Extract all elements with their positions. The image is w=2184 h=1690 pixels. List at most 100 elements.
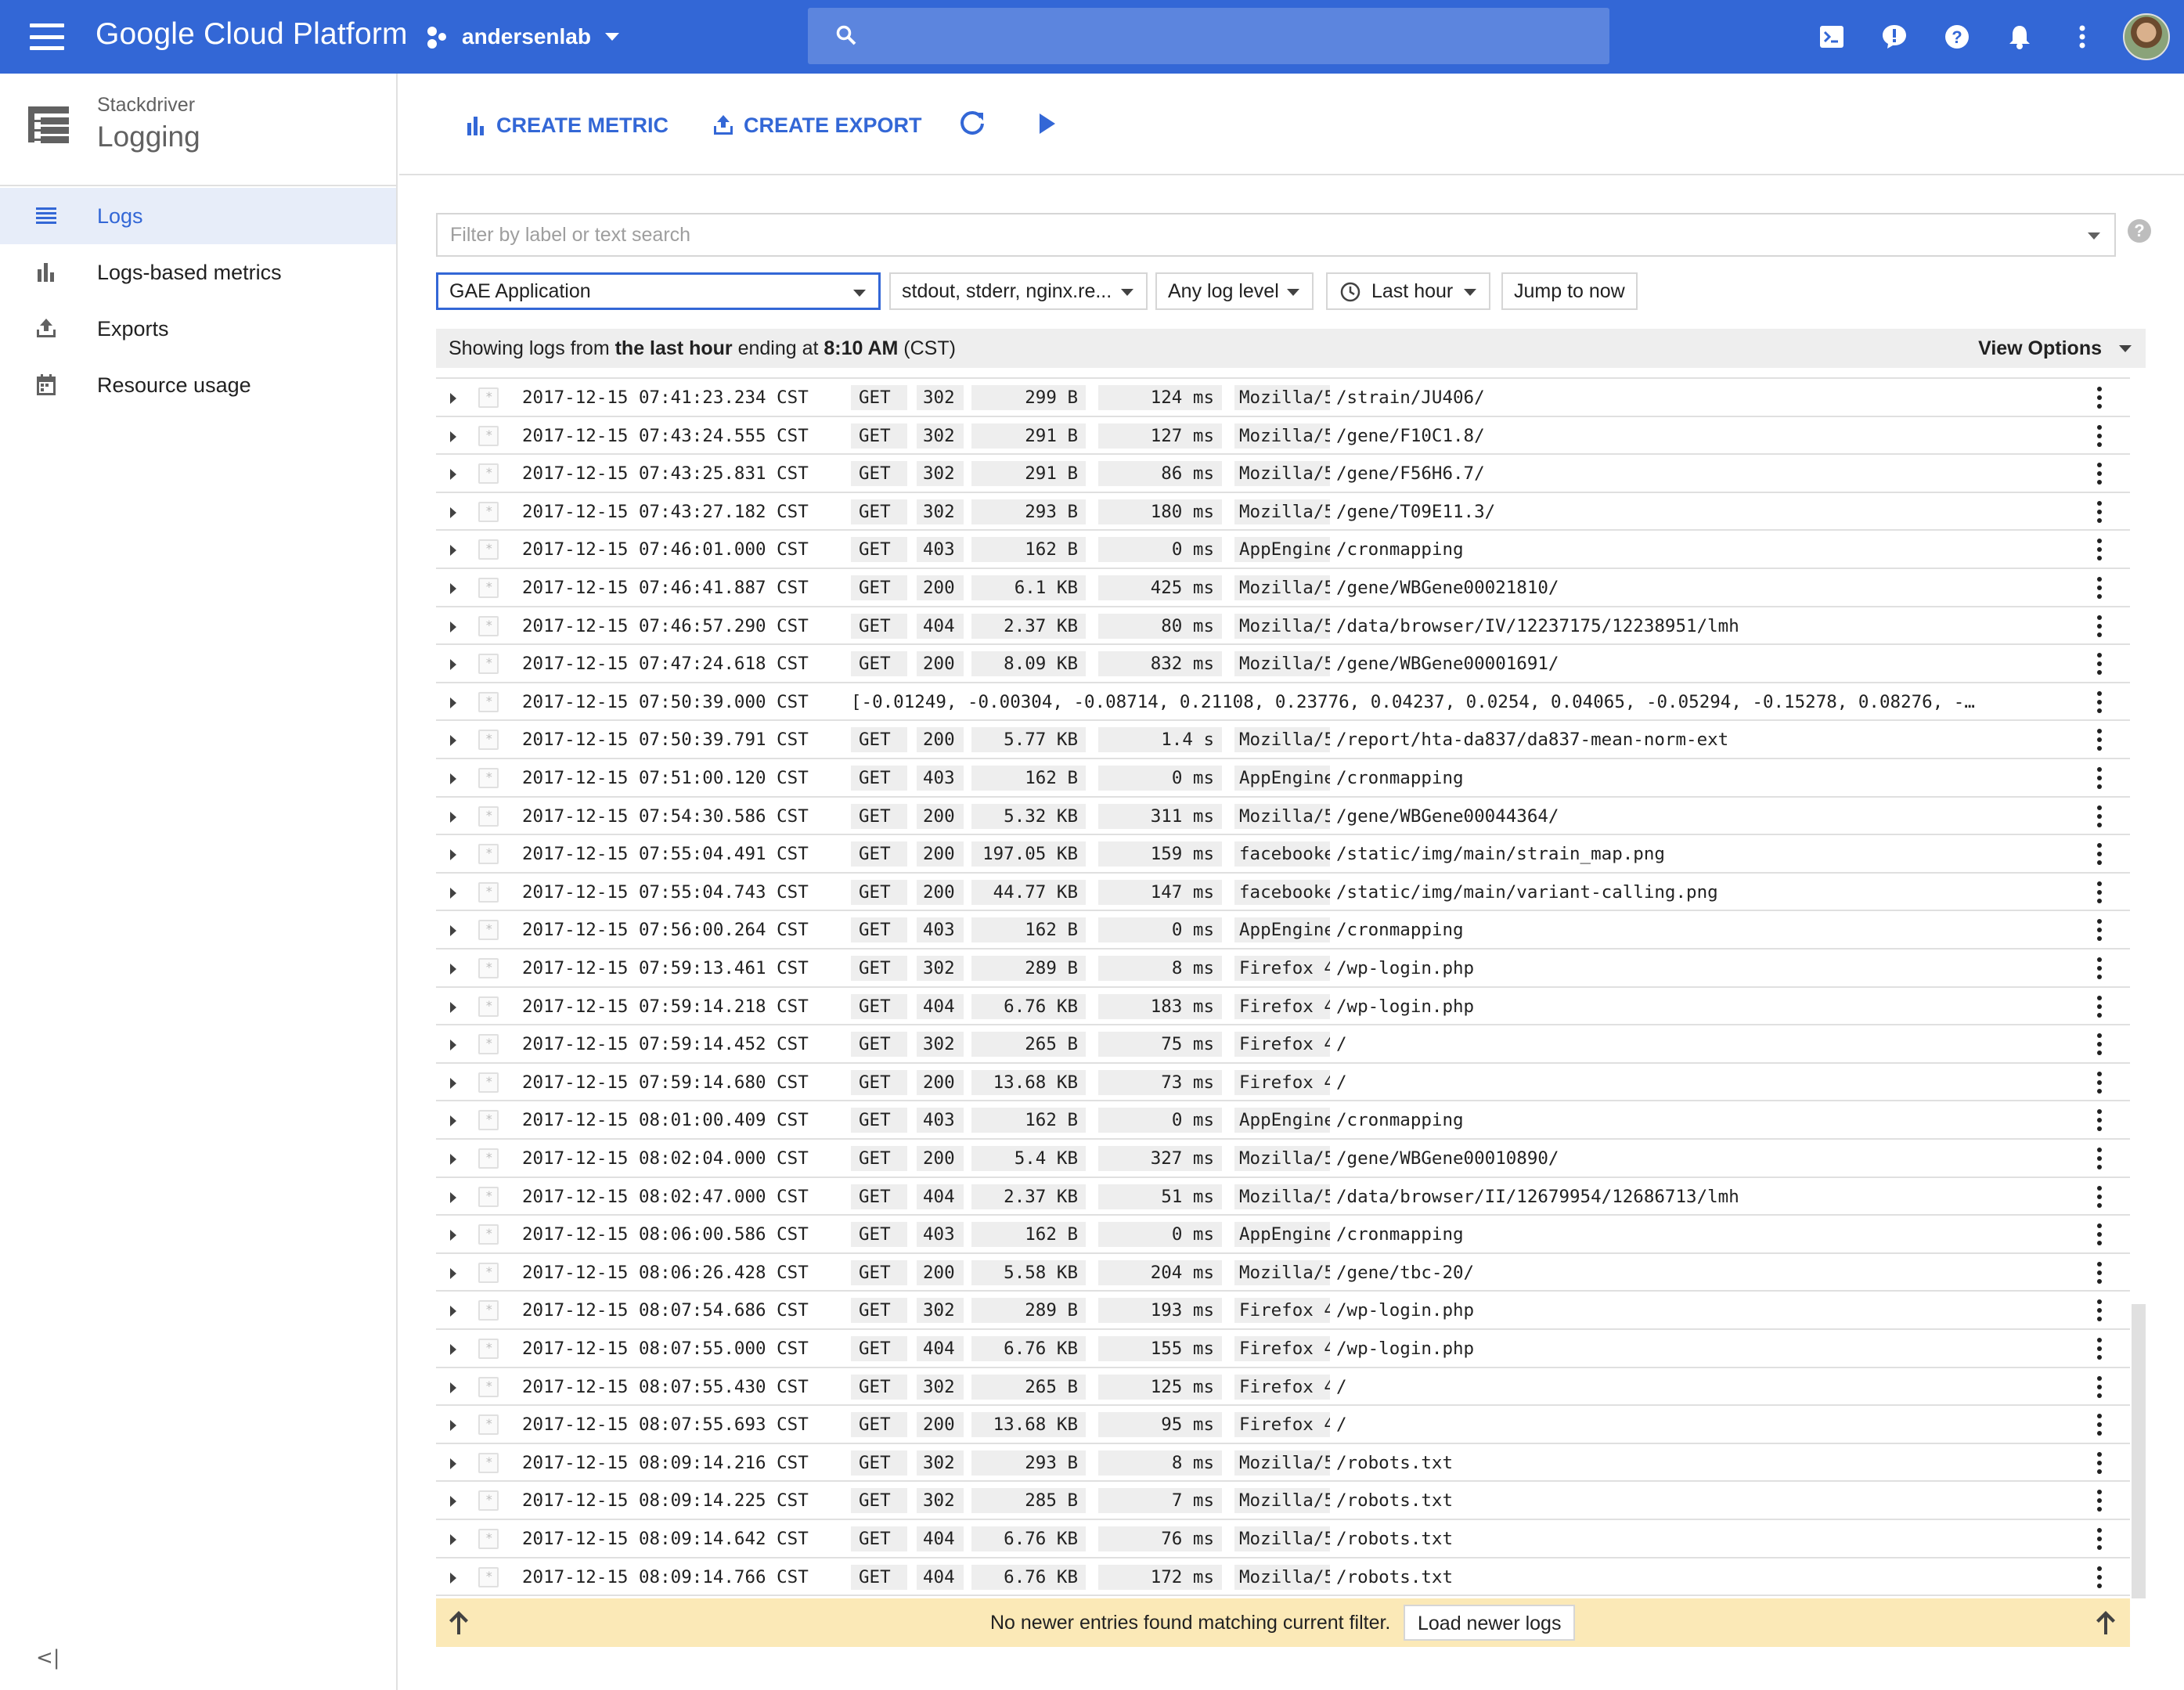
sidebar-item-logs[interactable]: Logs <box>0 188 396 244</box>
log-row[interactable]: 2017-12-15 07:59:14.218 CST GET 404 6.76 KB… <box>436 988 2130 1026</box>
more-vert-icon[interactable] <box>2097 1033 2102 1056</box>
expand-arrow-icon[interactable] <box>450 1191 456 1203</box>
expand-arrow-icon[interactable] <box>450 1306 456 1317</box>
more-vert-icon[interactable] <box>2097 1261 2102 1284</box>
expand-arrow-icon[interactable] <box>450 1115 456 1127</box>
log-row[interactable]: 2017-12-15 08:06:00.586 CST GET 403 162 B 0 … <box>436 1216 2130 1254</box>
time-range-select[interactable]: Last hour <box>1326 272 1490 310</box>
expand-arrow-icon[interactable] <box>450 1040 456 1051</box>
more-vert-icon[interactable] <box>2097 1299 2102 1322</box>
expand-arrow-icon[interactable] <box>450 697 456 708</box>
arrow-up-icon[interactable] <box>447 1609 470 1636</box>
log-row[interactable]: 2017-12-15 07:43:24.555 CST GET 302 291 B 12… <box>436 417 2130 456</box>
create-metric-button[interactable]: CREATE METRIC <box>467 108 669 142</box>
more-vert-icon[interactable] <box>2097 1109 2102 1132</box>
expand-arrow-icon[interactable] <box>450 887 456 899</box>
expand-arrow-icon[interactable] <box>450 1458 456 1469</box>
more-vert-icon[interactable] <box>2097 690 2102 713</box>
log-row[interactable]: 2017-12-15 07:59:13.461 CST GET 302 289 B 8 … <box>436 949 2130 988</box>
log-row[interactable]: 2017-12-15 07:55:04.491 CST GET 200 197.05 … <box>436 835 2130 874</box>
more-vert-icon[interactable] <box>2097 1490 2102 1512</box>
expand-arrow-icon[interactable] <box>450 1154 456 1165</box>
sidebar-item-exports[interactable]: Exports <box>0 301 396 357</box>
more-vert-icon[interactable] <box>2097 539 2102 561</box>
expand-arrow-icon[interactable] <box>450 393 456 404</box>
cloud-shell-icon[interactable] <box>1800 0 1863 74</box>
expand-arrow-icon[interactable] <box>450 811 456 823</box>
more-vert-icon[interactable] <box>2097 919 2102 942</box>
more-vert-icon[interactable] <box>2097 1185 2102 1208</box>
log-row[interactable]: 2017-12-15 08:09:14.225 CST GET 302 285 B 7 … <box>436 1482 2130 1520</box>
more-vert-icon[interactable] <box>2097 614 2102 637</box>
help-icon[interactable]: ? <box>2128 219 2151 243</box>
expand-arrow-icon[interactable] <box>450 925 456 937</box>
chevron-down-icon[interactable] <box>2119 345 2132 352</box>
expand-arrow-icon[interactable] <box>450 849 456 861</box>
more-vert-icon[interactable] <box>2097 1338 2102 1360</box>
more-vert-icon[interactable] <box>2097 729 2102 751</box>
load-newer-logs-button[interactable]: Load newer logs <box>1404 1605 1576 1641</box>
search-input[interactable] <box>808 8 1609 64</box>
more-vert-icon[interactable] <box>2097 805 2102 827</box>
log-row[interactable]: 2017-12-15 07:47:24.618 CST GET 200 8.09 KB… <box>436 645 2130 683</box>
expand-arrow-icon[interactable] <box>450 773 456 784</box>
log-row[interactable]: 2017-12-15 08:07:55.693 CST GET 200 13.68 K… <box>436 1406 2130 1444</box>
log-row[interactable]: 2017-12-15 08:07:54.686 CST GET 302 289 B 19… <box>436 1292 2130 1330</box>
more-vert-icon[interactable] <box>2097 995 2102 1018</box>
notifications-icon[interactable] <box>1988 0 2051 74</box>
collapse-sidebar-button[interactable]: <| <box>36 1646 60 1670</box>
more-vert-icon[interactable] <box>2097 653 2102 676</box>
sidebar-item-resource-usage[interactable]: Resource usage <box>0 357 396 413</box>
expand-arrow-icon[interactable] <box>450 1001 456 1013</box>
more-vert-icon[interactable] <box>2097 1223 2102 1246</box>
arrow-up-icon[interactable] <box>2094 1609 2117 1636</box>
log-row[interactable]: 2017-12-15 07:41:23.234 CST GET 302 299 B 12… <box>436 379 2130 417</box>
log-row[interactable]: 2017-12-15 07:43:27.182 CST GET 302 293 B 18… <box>436 493 2130 532</box>
log-row[interactable]: 2017-12-15 08:02:04.000 CST GET 200 5.4 KB 3… <box>436 1140 2130 1178</box>
expand-arrow-icon[interactable] <box>450 1267 456 1279</box>
log-row[interactable]: 2017-12-15 07:43:25.831 CST GET 302 291 B 86… <box>436 455 2130 493</box>
log-row[interactable]: 2017-12-15 07:59:14.452 CST GET 302 265 B 75… <box>436 1025 2130 1064</box>
expand-arrow-icon[interactable] <box>450 583 456 594</box>
expand-arrow-icon[interactable] <box>450 621 456 632</box>
log-row[interactable]: 2017-12-15 07:46:57.290 CST GET 404 2.37 KB… <box>436 607 2130 646</box>
expand-arrow-icon[interactable] <box>450 1534 456 1545</box>
log-row[interactable]: 2017-12-15 07:55:04.743 CST GET 200 44.77 K… <box>436 874 2130 912</box>
feedback-icon[interactable] <box>1863 0 1926 74</box>
help-icon[interactable]: ? <box>1926 0 1988 74</box>
more-vert-icon[interactable] <box>2097 500 2102 523</box>
more-vert-icon[interactable] <box>2097 1451 2102 1474</box>
log-row[interactable]: 2017-12-15 08:06:26.428 CST GET 200 5.58 KB… <box>436 1254 2130 1292</box>
menu-icon[interactable] <box>30 23 64 50</box>
log-row[interactable]: 2017-12-15 08:09:14.216 CST GET 302 293 B 8 … <box>436 1444 2130 1483</box>
more-vert-icon[interactable] <box>2097 767 2102 789</box>
project-selector[interactable]: andersenlab <box>427 19 619 55</box>
more-vert-icon[interactable] <box>2097 1375 2102 1398</box>
scrollbar-thumb[interactable] <box>2132 1304 2146 1598</box>
play-icon[interactable] <box>1030 106 1065 141</box>
sidebar-item-logs-based-metrics[interactable]: Logs-based metrics <box>0 244 396 301</box>
expand-arrow-icon[interactable] <box>450 659 456 671</box>
view-options-button[interactable]: View Options <box>1978 337 2102 360</box>
chevron-down-icon[interactable] <box>2088 232 2100 240</box>
log-row[interactable]: 2017-12-15 08:07:55.000 CST GET 404 6.76 KB… <box>436 1330 2130 1368</box>
more-vert-icon[interactable] <box>2097 387 2102 409</box>
expand-arrow-icon[interactable] <box>450 964 456 975</box>
log-row[interactable]: 2017-12-15 08:09:14.642 CST GET 404 6.76 KB… <box>436 1520 2130 1558</box>
log-row[interactable]: 2017-12-15 08:09:14.766 CST GET 404 6.76 KB… <box>436 1558 2130 1597</box>
jump-to-now-button[interactable]: Jump to now <box>1501 272 1638 310</box>
log-row[interactable]: 2017-12-15 08:01:00.409 CST GET 403 162 B 0 … <box>436 1101 2130 1140</box>
expand-arrow-icon[interactable] <box>450 1572 456 1584</box>
avatar[interactable] <box>2123 13 2170 60</box>
filter-search-input[interactable]: Filter by label or text search <box>436 213 2116 257</box>
expand-arrow-icon[interactable] <box>450 1344 456 1355</box>
log-row[interactable]: 2017-12-15 07:59:14.680 CST GET 200 13.68 K… <box>436 1064 2130 1102</box>
expand-arrow-icon[interactable] <box>450 1077 456 1089</box>
create-export-button[interactable]: CREATE EXPORT <box>712 108 922 142</box>
expand-arrow-icon[interactable] <box>450 545 456 557</box>
log-row[interactable]: 2017-12-15 08:02:47.000 CST GET 404 2.37 KB… <box>436 1178 2130 1216</box>
expand-arrow-icon[interactable] <box>450 469 456 481</box>
more-vert-icon[interactable] <box>2051 0 2114 74</box>
more-vert-icon[interactable] <box>2097 957 2102 979</box>
more-vert-icon[interactable] <box>2097 424 2102 447</box>
